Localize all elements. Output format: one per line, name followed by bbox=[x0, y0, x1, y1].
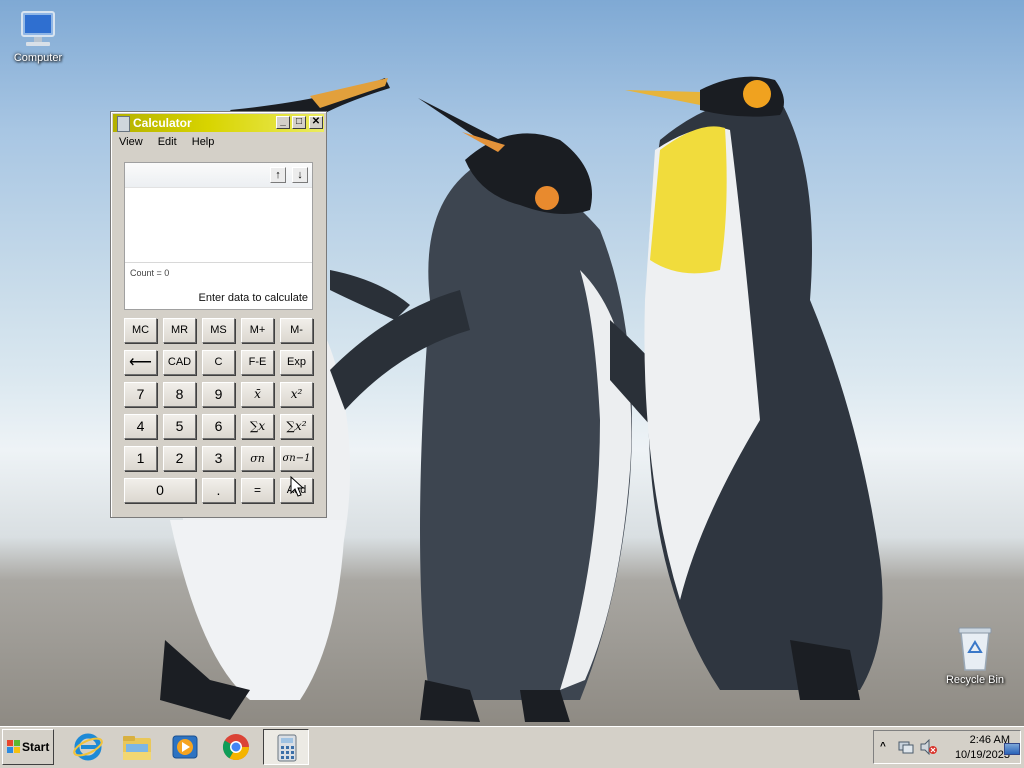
title-bar[interactable]: Calculator _ □ ✕ bbox=[113, 114, 324, 132]
windows-flag-icon bbox=[7, 740, 20, 753]
digit-8-button[interactable]: 8 bbox=[163, 382, 196, 407]
digit-6-button[interactable]: 6 bbox=[202, 414, 235, 439]
desktop-icon-label: Computer bbox=[13, 52, 63, 64]
digit-9-button[interactable]: 9 bbox=[202, 382, 235, 407]
minimize-button[interactable]: _ bbox=[276, 116, 290, 129]
show-hidden-icons-chevron[interactable]: ^ bbox=[880, 741, 886, 752]
mc-button[interactable]: MC bbox=[124, 318, 157, 343]
digit-7-button[interactable]: 7 bbox=[124, 382, 157, 407]
sum-of-squares-button[interactable]: ∑x² bbox=[280, 414, 313, 439]
mouse-cursor-icon bbox=[290, 476, 304, 497]
computer-icon bbox=[21, 11, 55, 46]
std-dev-sample-button[interactable]: σn−1 bbox=[280, 446, 313, 471]
display-divider bbox=[125, 262, 312, 263]
internet-explorer-icon bbox=[73, 733, 103, 761]
show-desktop-icon[interactable] bbox=[1004, 743, 1020, 755]
desktop-icon-computer[interactable]: Computer bbox=[6, 10, 70, 64]
clear-button[interactable]: C bbox=[202, 350, 235, 375]
start-button[interactable]: Start bbox=[2, 729, 54, 765]
media-player-icon bbox=[172, 735, 198, 759]
chrome-icon bbox=[222, 734, 250, 761]
digit-5-button[interactable]: 5 bbox=[163, 414, 196, 439]
close-button[interactable]: ✕ bbox=[309, 116, 323, 129]
digit-0-button[interactable]: 0 bbox=[124, 478, 196, 503]
mean-of-squares-button[interactable]: x² bbox=[280, 382, 313, 407]
input-prompt: Enter data to calculate bbox=[198, 292, 308, 304]
menu-bar: View Edit Help bbox=[113, 133, 324, 151]
taskbar-calculator[interactable] bbox=[263, 729, 309, 765]
exp-button[interactable]: Exp bbox=[280, 350, 313, 375]
menu-help[interactable]: Help bbox=[192, 136, 215, 148]
file-explorer-icon bbox=[123, 736, 151, 760]
std-dev-population-button[interactable]: σn bbox=[241, 446, 274, 471]
mr-button[interactable]: MR bbox=[163, 318, 196, 343]
clock-time[interactable]: 2:46 AM bbox=[950, 734, 1010, 746]
taskbar: Start ^ 2:46 AM 10/19/2023 bbox=[0, 726, 1024, 768]
ms-button[interactable]: MS bbox=[202, 318, 235, 343]
taskbar-media-player[interactable] bbox=[162, 729, 208, 765]
mean-button[interactable]: x̄ bbox=[241, 382, 274, 407]
data-list[interactable] bbox=[125, 188, 312, 262]
taskbar-chrome[interactable] bbox=[213, 729, 259, 765]
statistics-display: ↑ ↓ Count = 0 Enter data to calculate bbox=[124, 162, 313, 310]
history-down-button[interactable]: ↓ bbox=[292, 167, 308, 183]
maximize-button[interactable]: □ bbox=[292, 116, 306, 129]
clock-date[interactable]: 10/19/2023 bbox=[944, 749, 1010, 761]
m-plus-button[interactable]: M+ bbox=[241, 318, 274, 343]
window-title: Calculator bbox=[133, 116, 192, 130]
sum-button[interactable]: ∑x bbox=[241, 414, 274, 439]
backspace-button[interactable]: ⟵ bbox=[124, 350, 157, 375]
taskbar-internet-explorer[interactable] bbox=[65, 729, 111, 765]
equals-button[interactable]: = bbox=[241, 478, 274, 503]
cad-button[interactable]: CAD bbox=[163, 350, 196, 375]
network-icon[interactable] bbox=[898, 739, 914, 755]
digit-3-button[interactable]: 3 bbox=[202, 446, 235, 471]
history-up-button[interactable]: ↑ bbox=[270, 167, 286, 183]
digit-1-button[interactable]: 1 bbox=[124, 446, 157, 471]
decimal-button[interactable]: . bbox=[202, 478, 235, 503]
start-label: Start bbox=[22, 740, 50, 754]
volume-muted-icon[interactable] bbox=[920, 739, 938, 755]
calculator-app-icon bbox=[117, 116, 130, 132]
m-minus-button[interactable]: M- bbox=[280, 318, 313, 343]
taskbar-file-explorer[interactable] bbox=[114, 729, 160, 765]
menu-edit[interactable]: Edit bbox=[158, 136, 177, 148]
recycle-bin-icon bbox=[958, 627, 992, 671]
calculator-icon bbox=[277, 734, 297, 762]
f-e-button[interactable]: F-E bbox=[241, 350, 274, 375]
desktop-icon-label: Recycle Bin bbox=[945, 674, 1005, 686]
system-tray: ^ 2:46 AM 10/19/2023 bbox=[873, 730, 1021, 764]
desktop-icon-recycle-bin[interactable]: Recycle Bin bbox=[943, 624, 1007, 686]
digit-2-button[interactable]: 2 bbox=[163, 446, 196, 471]
history-toolbar: ↑ ↓ bbox=[125, 163, 312, 188]
digit-4-button[interactable]: 4 bbox=[124, 414, 157, 439]
calculator-window: Calculator _ □ ✕ View Edit Help ↑ ↓ Coun… bbox=[110, 111, 327, 518]
count-label: Count = 0 bbox=[130, 268, 170, 278]
menu-view[interactable]: View bbox=[119, 136, 143, 148]
